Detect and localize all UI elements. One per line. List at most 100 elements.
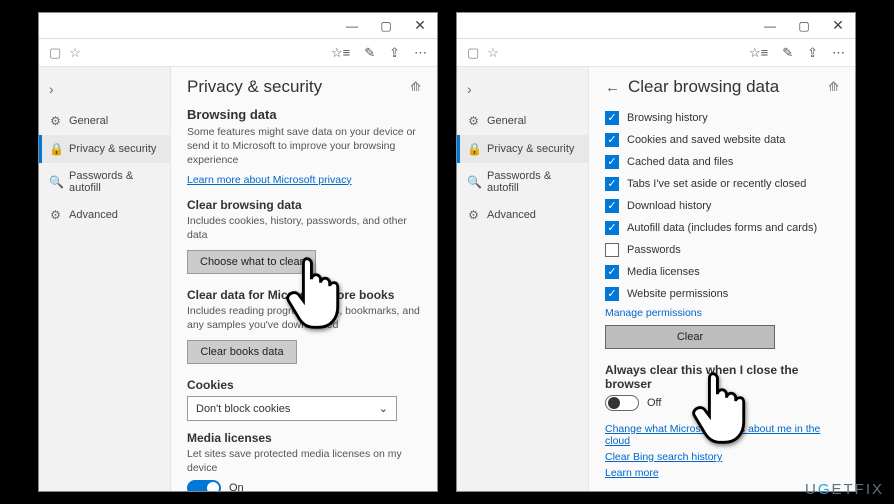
checkbox-label: Passwords xyxy=(627,244,681,256)
favorites-icon[interactable]: ☆≡ xyxy=(331,45,350,61)
lock-icon: 🔒 xyxy=(467,142,480,156)
notes-icon[interactable]: ✎ xyxy=(782,45,793,61)
learn-privacy-link[interactable]: Learn more about Microsoft privacy xyxy=(187,174,352,186)
sidebar-item-label: Advanced xyxy=(69,209,118,221)
checkbox-label: Autofill data (includes forms and cards) xyxy=(627,222,817,234)
checkbox[interactable]: ✓ xyxy=(605,199,619,213)
clear-books-button[interactable]: Clear books data xyxy=(187,340,297,364)
checkbox[interactable]: ✓ xyxy=(605,133,619,147)
change-microsoft-link[interactable]: Change what Microsoft knows about me in … xyxy=(605,423,839,447)
notes-icon[interactable]: ✎ xyxy=(364,45,375,61)
cookies-value: Don't block cookies xyxy=(196,403,290,415)
checkbox[interactable]: ✓ xyxy=(605,221,619,235)
close-button[interactable]: ✕ xyxy=(403,13,437,39)
checkbox[interactable]: ✓ xyxy=(605,243,619,257)
panel-title: Privacy & security xyxy=(187,77,322,97)
sidebar-item-label: Advanced xyxy=(487,209,536,221)
check-row[interactable]: ✓ Autofill data (includes forms and cards… xyxy=(605,217,839,239)
sidebar-item-label: General xyxy=(487,115,526,127)
gear-icon: ⚙ xyxy=(467,114,480,128)
maximize-button[interactable]: ▢ xyxy=(787,13,821,39)
sidebar-item-privacy[interactable]: 🔒 Privacy & security xyxy=(39,135,170,163)
check-row[interactable]: ✓Media licenses xyxy=(605,261,839,283)
toolbar: ▢ ☆ ☆≡ ✎ ⇪ ⋯ xyxy=(457,39,855,67)
check-row[interactable]: ✓ Download history xyxy=(605,195,839,217)
clear-bing-link[interactable]: Clear Bing search history xyxy=(605,451,722,463)
sidebar-item-privacy[interactable]: 🔒 Privacy & security xyxy=(457,135,588,163)
check-row[interactable]: ✓Cached data and files xyxy=(605,151,839,173)
clear-button[interactable]: Clear xyxy=(605,325,775,349)
back-icon[interactable]: › xyxy=(39,77,170,107)
cookies-select[interactable]: Don't block cookies ⌄ xyxy=(187,396,397,421)
watermark: UGETFIX xyxy=(805,481,884,498)
pin-icon[interactable]: ⟰ xyxy=(828,79,839,95)
sidebar-item-advanced[interactable]: ⚙ Advanced xyxy=(39,201,170,229)
maximize-button[interactable]: ▢ xyxy=(369,13,403,39)
manage-permissions-link[interactable]: Manage permissions xyxy=(605,307,702,319)
checkbox-label: Cookies and saved website data xyxy=(627,134,785,146)
section-browsing-sub: Some features might save data on your de… xyxy=(187,125,421,168)
chevron-down-icon: ⌄ xyxy=(379,402,388,415)
star-icon[interactable]: ☆ xyxy=(69,45,81,61)
always-clear-label: Off xyxy=(647,397,661,409)
pin-icon[interactable]: ⟰ xyxy=(410,79,421,95)
check-row[interactable]: ✓ Passwords xyxy=(605,239,839,261)
panel-title: Clear browsing data xyxy=(628,77,779,97)
edge-window-privacy: — ▢ ✕ ▢ ☆ ☆≡ ✎ ⇪ ⋯ › ⚙ General 🔒 xyxy=(38,12,438,492)
checkbox-label: Browsing history xyxy=(627,112,708,124)
lock-icon: 🔒 xyxy=(49,142,62,156)
media-sub: Let sites save protected media licenses … xyxy=(187,447,421,475)
sidebar-item-general[interactable]: ⚙ General xyxy=(457,107,588,135)
media-toggle[interactable] xyxy=(187,480,221,491)
check-row[interactable]: ✓ Website permissions xyxy=(605,283,839,305)
share-icon[interactable]: ⇪ xyxy=(389,45,400,61)
always-clear-toggle[interactable] xyxy=(605,395,639,411)
media-heading: Media licenses xyxy=(187,431,421,445)
reading-view-icon[interactable]: ▢ xyxy=(49,45,61,61)
learn-more-link[interactable]: Learn more xyxy=(605,467,659,479)
clear-browsing-heading: Clear browsing data xyxy=(187,198,421,212)
sidebar-item-advanced[interactable]: ⚙ Advanced xyxy=(457,201,588,229)
sidebar-item-label: Privacy & security xyxy=(487,143,574,155)
more-icon[interactable]: ⋯ xyxy=(414,45,427,61)
check-row[interactable]: ✓ Tabs I've set aside or recently closed xyxy=(605,173,839,195)
checkbox[interactable]: ✓ xyxy=(605,287,619,301)
sidebar-item-general[interactable]: ⚙ General xyxy=(39,107,170,135)
star-icon[interactable]: ☆ xyxy=(487,45,499,61)
minimize-button[interactable]: — xyxy=(335,13,369,39)
back-icon[interactable]: › xyxy=(457,77,588,107)
check-row[interactable]: ✓ Cookies and saved website data xyxy=(605,129,839,151)
cookies-heading: Cookies xyxy=(187,378,421,392)
check-row[interactable]: ✓ Browsing history xyxy=(605,107,839,129)
gear-icon: ⚙ xyxy=(49,114,62,128)
minimize-button[interactable]: — xyxy=(753,13,787,39)
sidebar-item-label: Privacy & security xyxy=(69,143,156,155)
titlebar: — ▢ ✕ xyxy=(457,13,855,39)
checkbox-label: Website permissions xyxy=(627,288,728,300)
sidebar-item-passwords[interactable]: 🔍 Passwords & autofill xyxy=(39,163,170,201)
titlebar: — ▢ ✕ xyxy=(39,13,437,39)
close-button[interactable]: ✕ xyxy=(821,13,855,39)
clear-data-panel: ← Clear browsing data ⟰ ✓ Browsing histor… xyxy=(589,67,855,491)
favorites-icon[interactable]: ☆≡ xyxy=(749,45,768,61)
sidebar-item-label: Passwords & autofill xyxy=(487,170,578,194)
checkbox[interactable]: ✓ xyxy=(605,111,619,125)
checkbox[interactable]: ✓ xyxy=(605,155,619,169)
checkbox[interactable]: ✓ xyxy=(605,177,619,191)
clear-books-heading: Clear data for Microsoft Store books xyxy=(187,288,421,302)
share-icon[interactable]: ⇪ xyxy=(807,45,818,61)
more-icon[interactable]: ⋯ xyxy=(832,45,845,61)
checkbox-label: Tabs I've set aside or recently closed xyxy=(627,178,806,190)
reading-view-icon[interactable]: ▢ xyxy=(467,45,479,61)
sidebar-item-label: General xyxy=(69,115,108,127)
sidebar-item-passwords[interactable]: 🔍 Passwords & autofill xyxy=(457,163,588,201)
always-clear-heading: Always clear this when I close the brows… xyxy=(605,363,839,391)
checkbox-label: Download history xyxy=(627,200,711,212)
choose-what-to-clear-button[interactable]: Choose what to clear xyxy=(187,250,316,274)
sliders-icon: ⚙ xyxy=(49,208,62,222)
media-toggle-label: On xyxy=(229,482,244,491)
back-arrow-icon[interactable]: ← xyxy=(605,79,620,96)
section-browsing-data: Browsing data xyxy=(187,107,421,122)
privacy-panel: Privacy & security ⟰ Browsing data Some … xyxy=(171,67,437,491)
checkbox[interactable]: ✓ xyxy=(605,265,619,279)
